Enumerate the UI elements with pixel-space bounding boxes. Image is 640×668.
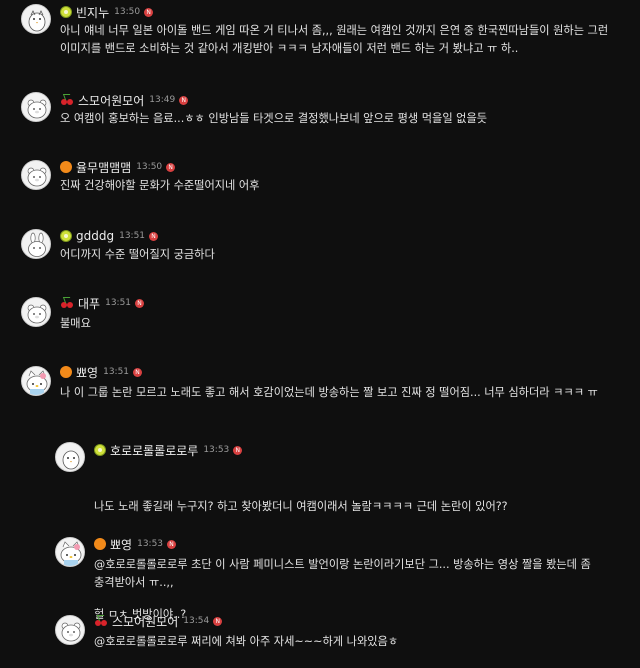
avatar[interactable]: [21, 4, 51, 34]
comment-text: 불매요: [60, 317, 91, 330]
avatar[interactable]: [21, 92, 51, 122]
kitty-icon: [60, 541, 82, 566]
cherry-icon: [60, 297, 74, 309]
avatar[interactable]: [55, 615, 85, 645]
avatar[interactable]: [55, 442, 85, 472]
timestamp: 13:54: [183, 616, 210, 626]
timestamp: 13:51: [105, 298, 132, 308]
comment-text: 아니 얘네 너무 일본 아이돌 밴드 게임 따온 거 티나서 좀,,, 원래는 …: [60, 24, 612, 55]
new-badge: N: [144, 7, 154, 17]
kiwi-icon: [60, 6, 72, 18]
comment-meta: 스모어원모어 13:49 N: [60, 92, 189, 109]
avatar[interactable]: [21, 160, 51, 190]
comment-meta: 뾰영 13:53 N: [94, 536, 177, 553]
new-badge: N: [166, 162, 176, 172]
bear-icon: [27, 167, 47, 187]
comment-text: 어디까지 수준 떨어질지 궁금하다: [60, 248, 215, 261]
comment-meta: gdddg 13:51 N: [60, 228, 159, 244]
kitty-icon: [26, 370, 48, 395]
bear-icon: [61, 622, 81, 642]
nickname[interactable]: 율무맴맴맴: [76, 159, 131, 176]
timestamp: 13:50: [114, 7, 141, 17]
kiwi-icon: [60, 230, 72, 242]
avatar[interactable]: [21, 229, 51, 259]
new-badge: N: [135, 298, 145, 308]
cherry-icon: [60, 94, 74, 106]
reply-line: 나도 노래 좋길래 누구지? 하고 찾아봤더니 여캠이래서 놀람ㅋㅋㅋㅋ 근데 …: [94, 500, 508, 513]
nickname[interactable]: 스모어원모어: [112, 613, 178, 630]
timestamp: 13:51: [103, 367, 130, 377]
nickname[interactable]: 뾰영: [110, 536, 132, 553]
nickname[interactable]: 호로로롤롤로로루: [110, 442, 198, 459]
timestamp: 13:51: [119, 231, 146, 241]
avatar[interactable]: [55, 537, 85, 567]
comment-thread: 빈지누 13:50 N 아니 얘네 너무 일본 아이돌 밴드 게임 따온 거 티…: [0, 0, 640, 668]
nickname[interactable]: 빈지누: [76, 4, 109, 21]
comment-meta: 뾰영 13:51 N: [60, 364, 143, 381]
new-badge: N: [179, 95, 189, 105]
comment-meta: 호로로롤롤로로루 13:53 N: [94, 442, 243, 459]
kiwi-icon: [94, 444, 106, 456]
new-badge: N: [233, 445, 243, 455]
bear-icon: [27, 99, 47, 119]
timestamp: 13:50: [136, 162, 163, 172]
orange-icon: [60, 366, 72, 378]
comment-text: 진짜 건강해야할 문화가 수준떨어지네 어후: [60, 179, 260, 192]
timestamp: 13:49: [149, 95, 176, 105]
new-badge: N: [133, 367, 143, 377]
nickname[interactable]: 스모어원모어: [78, 92, 144, 109]
new-badge: N: [149, 231, 159, 241]
nickname[interactable]: 대푸: [78, 295, 100, 312]
nickname[interactable]: gdddg: [76, 229, 114, 243]
comment-text: 오 여캠이 홍보하는 음료...ㅎㅎ 인방남들 타겟으로 결정했나보네 앞으로 …: [60, 112, 488, 125]
avatar[interactable]: [21, 297, 51, 327]
avatar[interactable]: [21, 366, 51, 396]
comment-text: @호로로롤롤로로루 쩌리에 쳐봐 아주 자세~~~하게 나와있음ㅎ: [94, 635, 399, 648]
owl-icon: [28, 10, 46, 32]
bear-icon: [27, 304, 47, 324]
comment-meta: 스모어원모어 13:54 N: [94, 613, 223, 630]
comment-meta: 빈지누 13:50 N: [60, 4, 154, 21]
comment-text: @호로로롤롤로로루 초단 이 사람 페미니스트 발언이랑 논란이라기보단 그..…: [94, 558, 595, 589]
comment-meta: 율무맴맴맴 13:50 N: [60, 159, 176, 176]
owl-icon: [62, 450, 80, 470]
nickname[interactable]: 뾰영: [76, 364, 98, 381]
cherry-icon: [94, 615, 108, 627]
timestamp: 13:53: [203, 445, 230, 455]
timestamp: 13:53: [137, 539, 164, 549]
orange-icon: [60, 161, 72, 173]
comment-text: 나 이 그룹 논란 모르고 노래도 좋고 해서 호감이었는데 방송하는 짤 보고…: [60, 386, 598, 399]
comment-meta: 대푸 13:51 N: [60, 295, 145, 312]
new-badge: N: [167, 539, 177, 549]
orange-icon: [94, 538, 106, 550]
new-badge: N: [213, 616, 223, 626]
bunny-icon: [28, 232, 46, 257]
